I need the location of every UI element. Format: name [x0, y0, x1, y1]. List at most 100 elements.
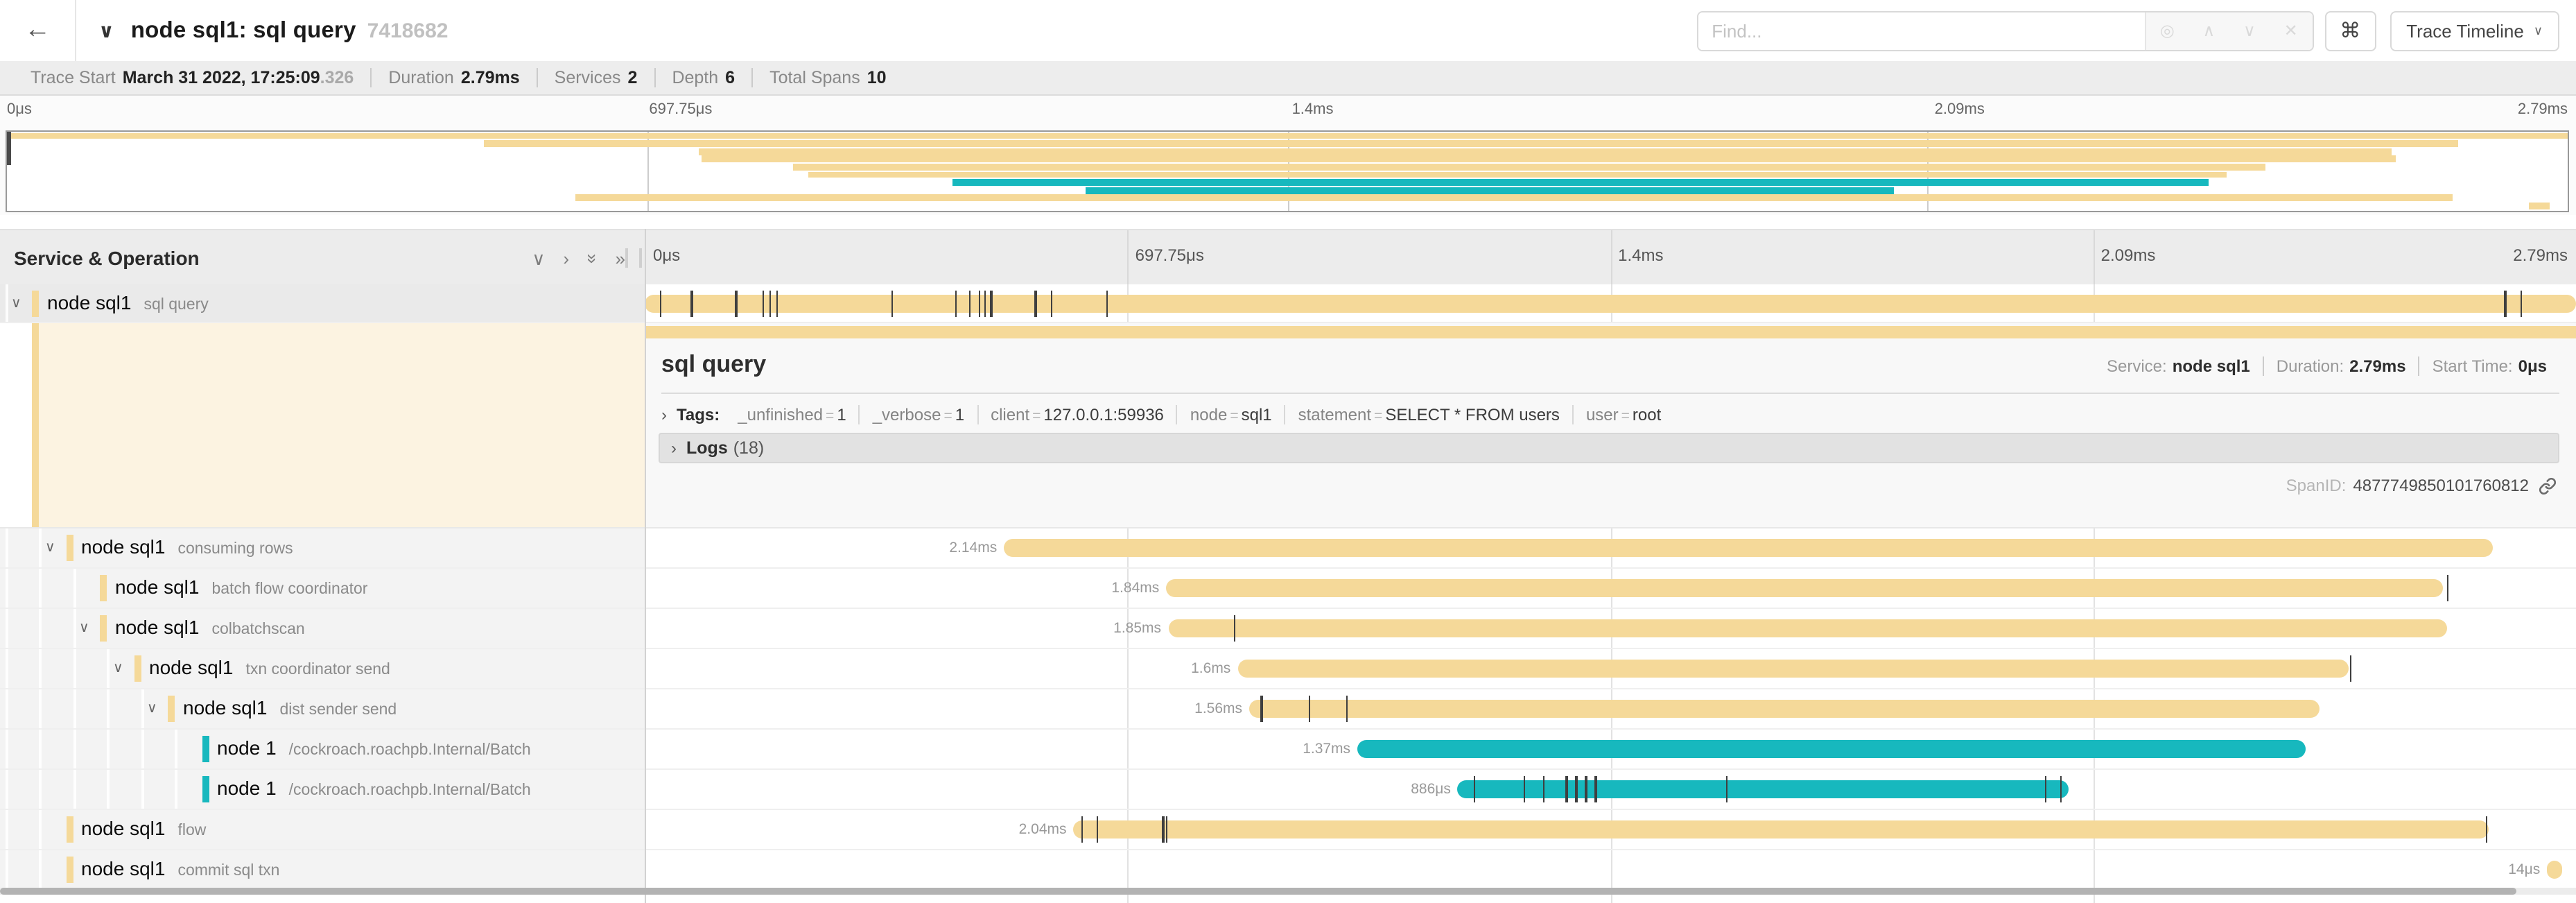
indent-guide [39, 730, 42, 768]
prev-match-icon[interactable]: ∧ [2203, 22, 2216, 39]
span-timeline-cell[interactable] [645, 284, 2576, 322]
tag-key: client [991, 405, 1029, 424]
span-bar[interactable] [1168, 619, 2446, 637]
service-name: node sql1 [183, 696, 267, 719]
collapse-one-icon[interactable]: ∨ [532, 249, 545, 267]
span-bar[interactable] [1357, 740, 2306, 758]
tags-row[interactable]: › Tags: _unfinished=1_verbose=1client=12… [661, 402, 1673, 427]
span-detail-left-gutter [0, 323, 645, 527]
log-marker-tick [984, 290, 986, 316]
indent-guide [39, 689, 42, 728]
clear-find-icon[interactable]: ✕ [2284, 22, 2298, 39]
detail-meta-item: Duration:2.79ms [2263, 356, 2419, 376]
span-id-value: 4877749850101760812 [2353, 476, 2529, 495]
span-tree-cell[interactable]: ∨node sql1sql query [0, 284, 645, 322]
span-timeline-cell[interactable]: 1.85ms [645, 609, 2576, 648]
span-row[interactable]: ∨ node sql1 dist sender send 1.56ms [0, 689, 2576, 730]
minimap-span-bar [793, 164, 2265, 171]
span-tree-cell[interactable]: node sql1commit sql txn [0, 850, 645, 889]
span-timeline-cell[interactable]: 14μs [645, 850, 2576, 889]
expand-chevron-icon[interactable]: ∨ [45, 540, 55, 556]
span-bar[interactable] [1073, 820, 2489, 839]
service-name: node 1 [217, 737, 277, 759]
service-color-bar [202, 776, 209, 802]
meta-label: Start Time: [2433, 356, 2513, 376]
span-row[interactable]: ∨node sql1consuming rows2.14ms [0, 528, 2576, 569]
span-timeline-cell[interactable]: 886μs [645, 770, 2576, 809]
tag-value: 1 [837, 405, 846, 424]
indent-guide [5, 810, 8, 849]
span-row[interactable]: ∨ node sql1 txn coordinator send 1.6ms [0, 649, 2576, 689]
span-tree-cell[interactable]: node sql1flow [0, 810, 645, 849]
span-tree-cell[interactable]: node 1/cockroach.roachpb.Internal/Batch [0, 770, 645, 809]
span-bar[interactable] [1249, 700, 2319, 718]
span-row[interactable]: node 1/cockroach.roachpb.Internal/Batch1… [0, 730, 2576, 770]
minimap-canvas[interactable] [6, 130, 2569, 212]
expand-chevron-icon[interactable]: ∨ [11, 295, 21, 311]
expand-chevron-icon[interactable]: ∨ [113, 661, 123, 676]
span-timeline-cell[interactable]: 1.56ms [645, 689, 2576, 728]
column-divider[interactable] [645, 229, 646, 903]
focus-match-icon[interactable]: ◎ [2160, 22, 2175, 39]
view-selector-label: Trace Timeline [2406, 20, 2524, 41]
columns-header: Service & Operation ∨ › » » 0μs 697.75μs… [0, 229, 2576, 287]
span-timeline-cell[interactable]: 1.84ms [645, 569, 2576, 608]
service-name: node sql1 [149, 656, 233, 678]
span-timeline-cell[interactable]: 1.37ms [645, 730, 2576, 768]
indent-guide [175, 730, 177, 768]
expand-chevron-icon[interactable]: ∨ [79, 621, 89, 636]
span-row[interactable]: ∨node sql1colbatchscan1.85ms [0, 609, 2576, 649]
minimap-span-bar [808, 171, 2227, 178]
detail-meta-item: Start Time:0μs [2419, 356, 2559, 376]
operation-name: txn coordinator send [245, 662, 390, 678]
span-detail-title: sql query [661, 351, 766, 379]
log-marker-tick [1576, 776, 1577, 802]
deep-link-icon[interactable] [2539, 476, 2557, 495]
span-bar[interactable] [1237, 660, 2348, 678]
trace-view-selector[interactable]: Trace Timeline ∨ [2390, 10, 2559, 51]
span-row[interactable]: node sql1flow2.04ms [0, 810, 2576, 850]
indent-guide [39, 770, 42, 809]
tag-equals: = [1029, 408, 1043, 424]
span-tree-cell[interactable]: ∨ node sql1 dist sender send [0, 689, 645, 728]
span-tree-cell[interactable]: ∨ node sql1 txn coordinator send [0, 649, 645, 688]
span-row[interactable]: node 1/cockroach.roachpb.Internal/Batch8… [0, 770, 2576, 810]
span-timeline-cell[interactable]: 2.14ms [645, 528, 2576, 567]
span-tree-cell[interactable]: ∨node sql1colbatchscan [0, 609, 645, 648]
minimap-drag-handle[interactable] [7, 132, 11, 165]
find-input[interactable] [1698, 12, 2144, 49]
span-bar[interactable] [645, 294, 2576, 312]
tag-equals: = [941, 408, 955, 424]
expand-one-icon[interactable]: › [563, 249, 569, 267]
log-marker-tick [2060, 776, 2062, 802]
span-row[interactable]: node sql1commit sql txn14μs [0, 850, 2576, 891]
keyboard-shortcuts-button[interactable]: ⌘ [2324, 10, 2376, 51]
span-bar[interactable] [1458, 780, 2068, 798]
tag-equals: = [1619, 408, 1633, 424]
timeline-minimap[interactable]: 0μs 697.75μs 1.4ms 2.09ms 2.79ms [0, 96, 2576, 215]
minimap-span-bar [2530, 203, 2550, 209]
collapse-all-icon[interactable]: » [583, 253, 601, 263]
span-tree-cell[interactable]: node 1/cockroach.roachpb.Internal/Batch [0, 730, 645, 768]
span-bar[interactable] [1166, 579, 2443, 597]
span-row[interactable]: node sql1batch flow coordinator1.84ms [0, 569, 2576, 609]
span-bar[interactable] [2547, 861, 2562, 879]
indent-guide [39, 810, 42, 849]
trace-collapse-toggle[interactable]: ∨ [98, 19, 114, 42]
back-button[interactable]: ← [0, 0, 76, 61]
operation-name: dist sender send [279, 702, 397, 719]
next-match-icon[interactable]: ∨ [2243, 22, 2256, 39]
logs-row[interactable]: › Logs (18) [659, 433, 2559, 463]
column-resize-grip[interactable] [625, 248, 642, 268]
horizontal-scrollbar[interactable] [0, 888, 2576, 895]
indent-guide [73, 689, 76, 728]
span-timeline-cell[interactable]: 2.04ms [645, 810, 2576, 849]
span-bar[interactable] [1004, 539, 2493, 557]
span-timeline-cell[interactable]: 1.6ms [645, 649, 2576, 688]
expand-chevron-icon[interactable]: ∨ [147, 701, 157, 716]
span-tree-cell[interactable]: ∨node sql1consuming rows [0, 528, 645, 567]
scrollbar-thumb[interactable] [0, 888, 2516, 895]
span-tree-cell[interactable]: node sql1batch flow coordinator [0, 569, 645, 608]
expand-all-icon[interactable]: » [616, 249, 625, 267]
span-row[interactable]: ∨node sql1sql query [0, 284, 2576, 323]
